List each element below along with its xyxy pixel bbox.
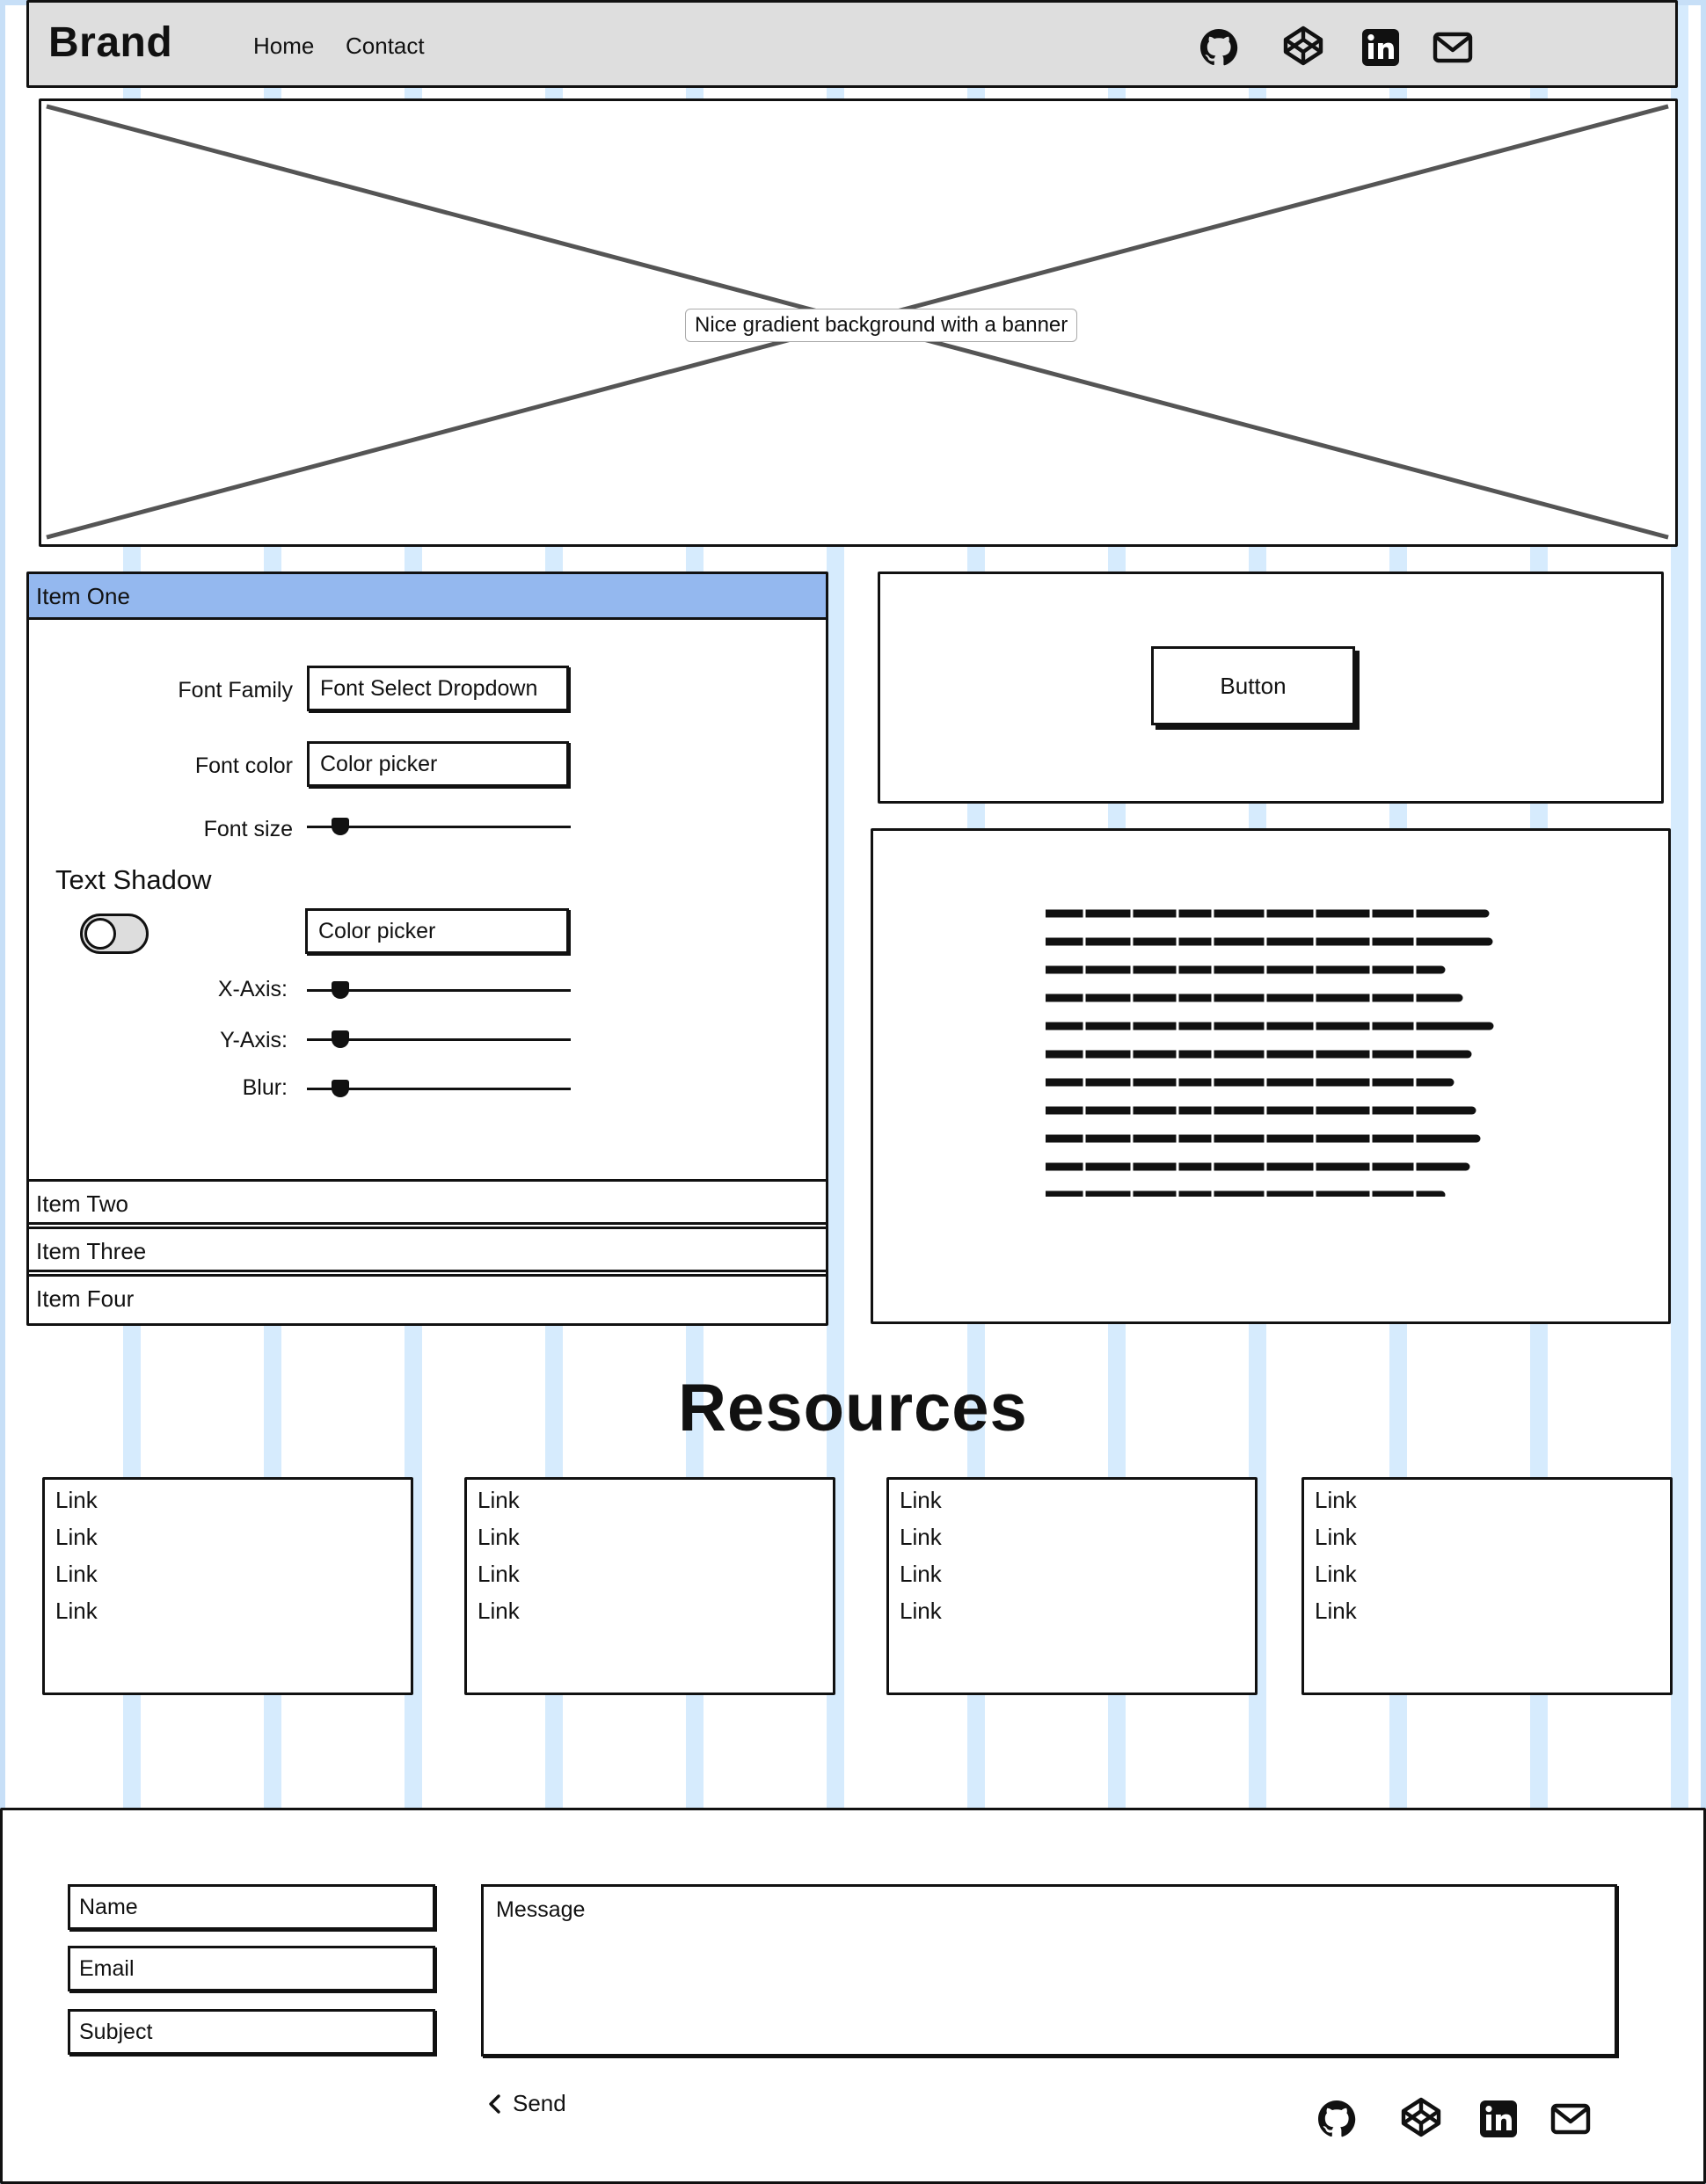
font-family-label: Font Family [178,678,293,703]
nav-link-contact[interactable]: Contact [346,33,425,60]
nav-link-home[interactable]: Home [253,33,314,60]
resource-link[interactable]: Link [478,1561,520,1588]
resource-link[interactable]: Link [478,1487,520,1514]
resource-card-2: Link Link Link Link [464,1477,835,1695]
slider-thumb[interactable] [332,1080,349,1097]
x-axis-label: X-Axis: [217,977,288,1001]
resource-link[interactable]: Link [478,1598,520,1625]
message-textarea[interactable]: Message [481,1884,1617,2057]
slider-thumb[interactable] [332,1030,349,1048]
accordion-item-four[interactable]: Item Four [29,1274,826,1320]
placeholder-text-block [1046,906,1494,1197]
font-size-slider[interactable] [307,813,571,840]
y-axis-slider[interactable] [307,1026,571,1052]
subject-input[interactable]: Subject [68,2009,435,2055]
linkedin-icon[interactable] [1476,2097,1520,2141]
blur-slider[interactable] [307,1075,571,1102]
resource-link[interactable]: Link [1315,1598,1357,1625]
text-shadow-toggle[interactable] [80,914,149,954]
github-icon[interactable] [1197,25,1241,69]
slider-thumb[interactable] [332,981,349,999]
navbar: Brand Home Contact [26,0,1678,88]
footer-contact-form: Name Email Subject Message Send [0,1808,1706,2184]
text-shadow-title: Text Shadow [55,864,212,895]
resource-link[interactable]: Link [55,1524,98,1551]
mail-icon[interactable] [1431,25,1475,69]
font-family-dropdown[interactable]: Font Select Dropdown [307,666,569,711]
send-label: Send [513,2090,566,2116]
resource-link[interactable]: Link [900,1487,942,1514]
brand-logo[interactable]: Brand [48,18,172,67]
send-button[interactable]: Send [486,2090,566,2117]
resource-link[interactable]: Link [900,1561,942,1588]
toggle-knob [84,918,116,950]
resource-link[interactable]: Link [900,1598,942,1625]
accordion-item-three[interactable]: Item Three [29,1227,826,1272]
resource-card-3: Link Link Link Link [886,1477,1258,1695]
y-axis-label: Y-Axis: [220,1028,288,1052]
chevron-left-icon [489,2093,500,2114]
main-button[interactable]: Button [1151,646,1355,725]
blur-label: Blur: [242,1075,288,1100]
accordion-item-two[interactable]: Item Two [29,1179,826,1225]
resource-link[interactable]: Link [1315,1524,1357,1551]
x-axis-slider[interactable] [307,977,571,1003]
font-color-picker[interactable]: Color picker [307,741,569,787]
slider-thumb[interactable] [332,818,349,835]
resource-card-1: Link Link Link Link [42,1477,413,1695]
banner-placeholder: Nice gradient background with a banner [39,98,1678,547]
linkedin-icon[interactable] [1359,25,1403,69]
codepen-icon[interactable] [1281,24,1325,68]
email-input[interactable]: Email [68,1946,435,1991]
text-panel [871,828,1671,1324]
mail-icon[interactable] [1549,2097,1593,2141]
accordion-item-one[interactable]: Item One [29,574,826,620]
font-size-label: Font size [203,817,293,841]
resource-link[interactable]: Link [900,1524,942,1551]
shadow-color-picker[interactable]: Color picker [305,908,569,954]
name-input[interactable]: Name [68,1884,435,1930]
font-color-label: Font color [194,753,293,778]
resource-link[interactable]: Link [1315,1487,1357,1514]
resource-link[interactable]: Link [55,1598,98,1625]
accordion: Item One Font Family Font Select Dropdow… [26,571,828,1326]
banner-label: Nice gradient background with a banner [685,309,1078,342]
resource-link[interactable]: Link [55,1561,98,1588]
resource-link[interactable]: Link [478,1524,520,1551]
resource-card-4: Link Link Link Link [1301,1477,1673,1695]
resource-link[interactable]: Link [55,1487,98,1514]
resources-title: Resources [678,1371,1028,1445]
codepen-icon[interactable] [1399,2095,1443,2139]
button-panel: Button [878,571,1664,804]
github-icon[interactable] [1315,2097,1359,2141]
resource-link[interactable]: Link [1315,1561,1357,1588]
